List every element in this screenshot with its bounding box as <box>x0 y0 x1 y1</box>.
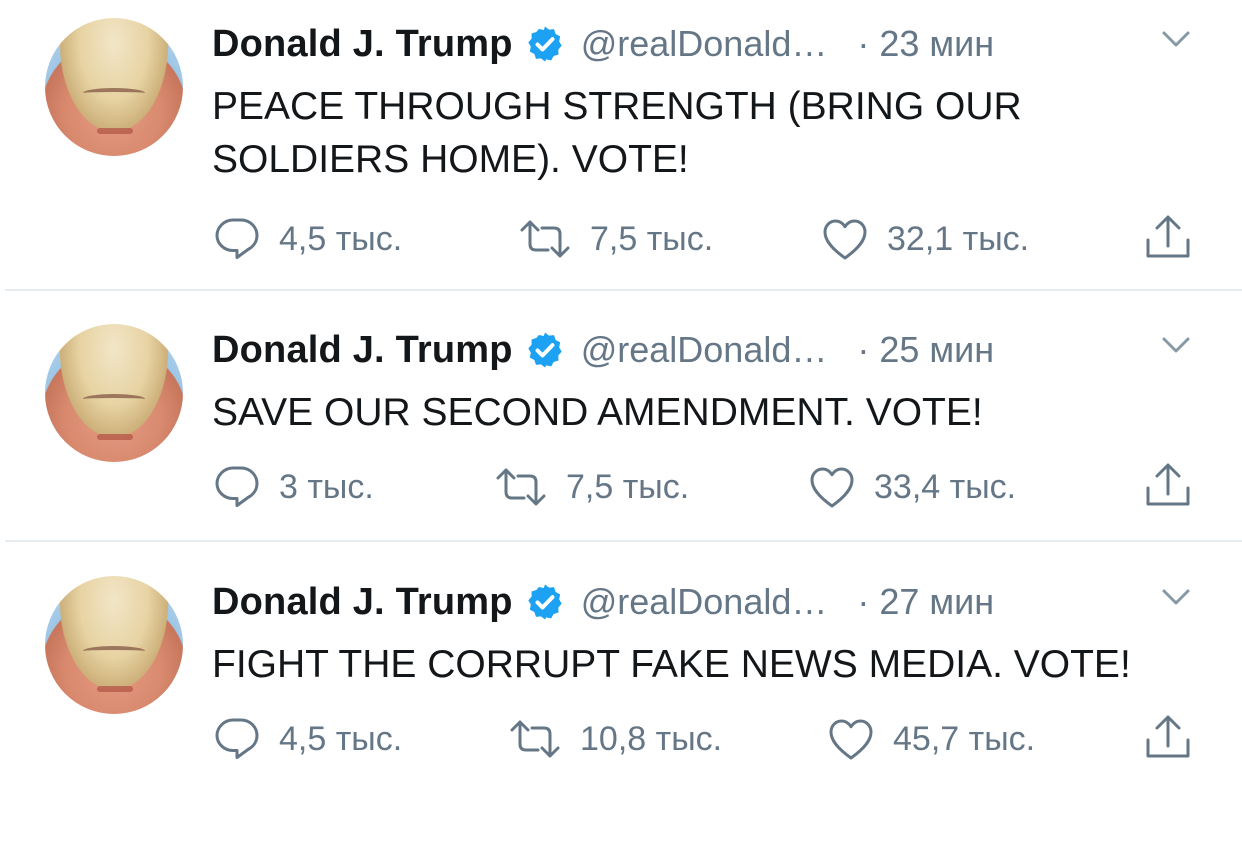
tweet-text: PEACE THROUGH STRENGTH (BRING OUR SOLDIE… <box>212 85 1022 181</box>
reply-icon <box>215 718 259 759</box>
like-icon <box>829 719 873 760</box>
reply-button[interactable]: 3 тыс. <box>213 464 374 510</box>
retweet-count: 10,8 тыс. <box>580 719 723 758</box>
like-icon <box>823 219 867 260</box>
chevron-down-icon[interactable] <box>1158 332 1194 358</box>
retweet-button[interactable]: 7,5 тыс. <box>494 464 689 510</box>
verified-badge-icon <box>528 584 562 620</box>
author-handle[interactable]: @realDonald… <box>581 581 828 623</box>
reply-button[interactable]: 4,5 тыс. <box>213 216 402 262</box>
verified-badge-icon <box>528 332 562 368</box>
author-name[interactable]: Donald J. Trump <box>212 581 513 624</box>
reply-count: 4,5 тыс. <box>279 219 403 258</box>
author-handle[interactable]: @realDonald… <box>581 23 828 65</box>
reply-button[interactable]: 4,5 тыс. <box>213 716 402 762</box>
reply-icon <box>215 466 259 507</box>
tweet-text: FIGHT THE CORRUPT FAKE NEWS MEDIA. VOTE! <box>212 643 1131 686</box>
retweet-icon <box>510 720 560 758</box>
like-count: 33,4 тыс. <box>874 467 1017 506</box>
author-name[interactable]: Donald J. Trump <box>212 329 513 372</box>
reply-icon <box>215 218 259 259</box>
retweet-button[interactable]: 10,8 тыс. <box>508 716 722 762</box>
divider <box>5 289 1242 291</box>
share-icon[interactable] <box>1144 462 1192 510</box>
retweet-button[interactable]: 7,5 тыс. <box>518 216 713 262</box>
divider <box>5 540 1242 542</box>
tweet-header: Donald J. Trump @realDonald… · 27 мин <box>212 580 994 624</box>
avatar[interactable] <box>45 18 183 156</box>
tweet-feed: Donald J. Trump @realDonald… · 23 мин PE… <box>0 0 1242 790</box>
tweet-header: Donald J. Trump @realDonald… · 23 мин <box>212 22 994 66</box>
retweet-icon <box>520 220 570 258</box>
share-icon[interactable] <box>1144 714 1192 762</box>
author-handle[interactable]: @realDonald… <box>581 329 828 371</box>
chevron-down-icon[interactable] <box>1158 26 1194 52</box>
retweet-count: 7,5 тыс. <box>590 219 714 258</box>
like-button[interactable]: 32,1 тыс. <box>821 216 1029 262</box>
chevron-down-icon[interactable] <box>1158 584 1194 610</box>
like-icon <box>810 467 854 508</box>
tweet-header: Donald J. Trump @realDonald… · 25 мин <box>212 328 994 372</box>
tweet-text: SAVE OUR SECOND AMENDMENT. VOTE! <box>212 391 983 434</box>
tweet-time[interactable]: 27 мин <box>879 581 994 623</box>
separator-dot: · <box>857 329 870 370</box>
tweet[interactable]: Donald J. Trump @realDonald… · 23 мин PE… <box>0 4 1242 294</box>
tweet[interactable]: Donald J. Trump @realDonald… · 25 мин SA… <box>0 310 1242 600</box>
reply-count: 3 тыс. <box>279 467 374 506</box>
like-button[interactable]: 45,7 тыс. <box>827 716 1035 762</box>
tweet-time[interactable]: 23 мин <box>879 23 994 65</box>
share-icon[interactable] <box>1144 214 1192 262</box>
like-count: 32,1 тыс. <box>887 219 1030 258</box>
like-button[interactable]: 33,4 тыс. <box>808 464 1016 510</box>
avatar[interactable] <box>45 576 183 714</box>
verified-badge-icon <box>528 26 562 62</box>
separator-dot: · <box>857 581 870 622</box>
retweet-icon <box>496 468 546 506</box>
like-count: 45,7 тыс. <box>893 719 1036 758</box>
separator-dot: · <box>857 23 870 64</box>
reply-count: 4,5 тыс. <box>279 719 403 758</box>
tweet[interactable]: Donald J. Trump @realDonald… · 27 мин FI… <box>0 562 1242 852</box>
retweet-count: 7,5 тыс. <box>566 467 690 506</box>
author-name[interactable]: Donald J. Trump <box>212 23 513 66</box>
avatar[interactable] <box>45 324 183 462</box>
tweet-time[interactable]: 25 мин <box>879 329 994 371</box>
